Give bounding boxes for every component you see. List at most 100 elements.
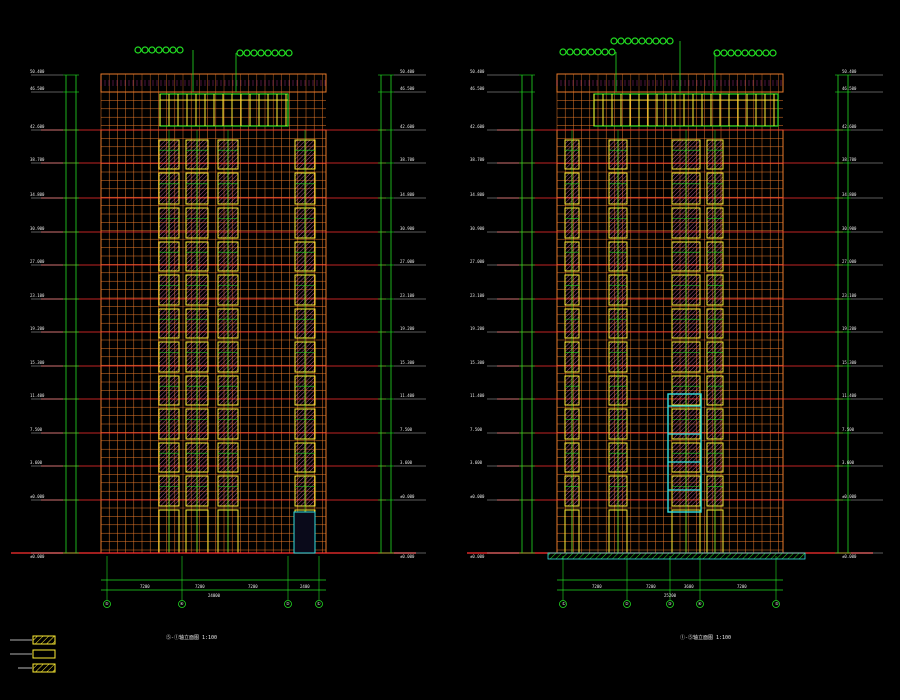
material-tag [580, 48, 588, 56]
right-axis-5: ⑤ [775, 601, 779, 606]
material-tag [631, 37, 639, 45]
level-label: ±0.000 [30, 554, 45, 559]
material-tag [148, 46, 156, 54]
level-label: 15.300 [470, 360, 485, 365]
level-label: 34.800 [470, 192, 485, 197]
left-axis-4: ① [317, 601, 321, 606]
left-axis-3: ② [286, 601, 290, 606]
level-label: 34.800 [30, 192, 45, 197]
material-tag [594, 48, 602, 56]
right-dim-total: 25200 [664, 593, 677, 598]
material-tag [573, 48, 581, 56]
material-tag [638, 37, 646, 45]
level-label: 19.200 [30, 326, 45, 331]
material-tag [162, 46, 170, 54]
level-label: ±0.000 [470, 494, 485, 499]
facade-outline [100, 129, 327, 554]
level-label: ±0.000 [400, 494, 415, 499]
level-label: 30.900 [30, 226, 45, 231]
level-label: 27.000 [30, 259, 45, 264]
left-dim-4: 2400 [300, 584, 310, 589]
level-label: 11.400 [400, 393, 415, 398]
material-tag [601, 48, 609, 56]
level-label: 23.100 [30, 293, 45, 298]
material-tag [659, 37, 667, 45]
level-label: 46.500 [400, 86, 415, 91]
material-tag [769, 49, 777, 57]
material-tag [285, 49, 293, 57]
left-elevation [11, 46, 426, 608]
level-label: 50.400 [470, 69, 485, 74]
level-label: 3.600 [842, 460, 855, 465]
level-label: 30.900 [470, 226, 485, 231]
material-tag [134, 46, 142, 54]
material-tag [587, 48, 595, 56]
material-tag [617, 37, 625, 45]
right-axis-3: ③ [668, 601, 672, 606]
level-label: 38.700 [30, 157, 45, 162]
level-label: 7.500 [470, 427, 483, 432]
right-axis-4: ④ [698, 601, 702, 606]
right-elevation-title: ①-⑤轴立面图 1:100 [680, 635, 732, 641]
material-tag [141, 46, 149, 54]
left-axis-1: ⑤ [105, 601, 109, 606]
level-label: 30.900 [842, 226, 857, 231]
material-tag [236, 49, 244, 57]
level-label: 34.800 [842, 192, 857, 197]
material-tag [652, 37, 660, 45]
material-tag [610, 37, 618, 45]
material-tag [755, 49, 763, 57]
left-axis-2: ④ [180, 601, 184, 606]
level-label: 3.600 [30, 460, 43, 465]
level-label: 42.600 [400, 124, 415, 129]
level-label: 50.400 [30, 69, 45, 74]
level-label: 27.000 [400, 259, 415, 264]
level-label: 19.200 [842, 326, 857, 331]
left-dim-1: 7200 [140, 584, 150, 589]
level-label: 46.500 [30, 86, 45, 91]
right-elevation [467, 37, 883, 608]
level-label: 3.600 [400, 460, 413, 465]
material-tag [271, 49, 279, 57]
roof-parapet [100, 73, 327, 93]
material-tag [155, 46, 163, 54]
level-label: 3.600 [470, 460, 483, 465]
level-label: ±0.000 [842, 494, 857, 499]
service-door [293, 511, 316, 554]
level-label: ±0.000 [400, 554, 415, 559]
level-label: 46.500 [470, 86, 485, 91]
level-label: 38.700 [400, 157, 415, 162]
elevation-drawing [10, 37, 883, 673]
level-label: 7.500 [400, 427, 413, 432]
left-dim-total: 24000 [208, 593, 221, 598]
level-label: 11.400 [470, 393, 485, 398]
level-label: ±0.000 [842, 554, 857, 559]
legend-hatch-2 [32, 649, 56, 659]
level-label: 7.500 [30, 427, 43, 432]
material-tag [645, 37, 653, 45]
material-tag [243, 49, 251, 57]
material-tag [264, 49, 272, 57]
material-tag [720, 49, 728, 57]
level-label: 7.500 [842, 427, 855, 432]
level-label: 27.000 [842, 259, 857, 264]
material-tag [566, 48, 574, 56]
right-dim-1: 7200 [592, 584, 602, 589]
level-label: 50.400 [400, 69, 415, 74]
level-label: 34.800 [400, 192, 415, 197]
material-tag [608, 48, 616, 56]
level-label: 42.600 [470, 124, 485, 129]
penthouse-frame [593, 93, 779, 127]
level-label: 38.700 [470, 157, 485, 162]
material-tag [748, 49, 756, 57]
material-tag [624, 37, 632, 45]
material-tag [169, 46, 177, 54]
level-label: 15.300 [30, 360, 45, 365]
material-tag [734, 49, 742, 57]
material-tag [250, 49, 258, 57]
level-label: 23.100 [470, 293, 485, 298]
right-axis-2: ② [625, 601, 629, 606]
material-tag [741, 49, 749, 57]
level-label: 23.100 [842, 293, 857, 298]
level-label: 19.200 [470, 326, 485, 331]
